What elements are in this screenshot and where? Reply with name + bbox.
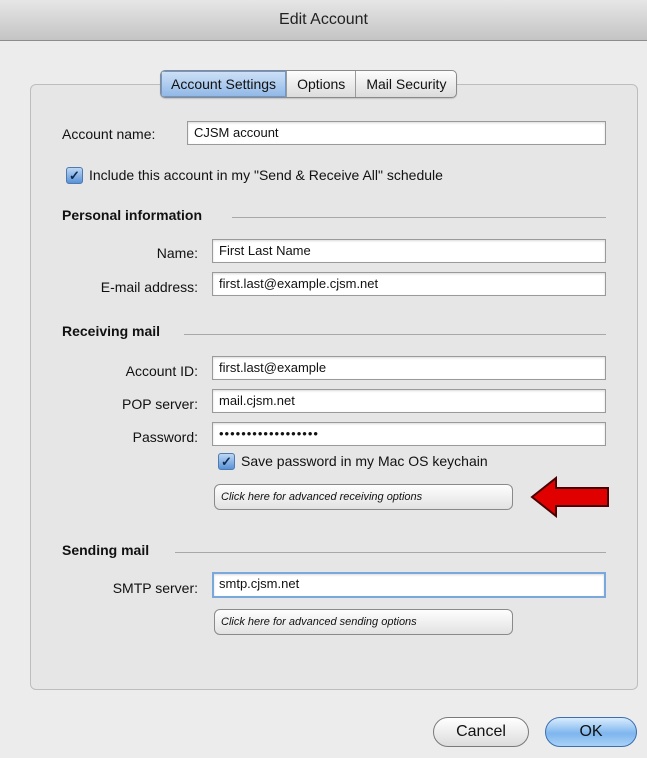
tab-bar: Account Settings Options Mail Security — [160, 70, 458, 98]
include-schedule-label: Include this account in my "Send & Recei… — [89, 167, 443, 183]
account-id-label: Account ID: — [125, 363, 198, 379]
window-titlebar: Edit Account — [0, 0, 647, 41]
save-password-checkbox[interactable]: ✓ — [218, 453, 235, 470]
checkmark-icon: ✓ — [221, 454, 232, 469]
red-arrow-icon — [530, 476, 609, 518]
sending-mail-divider — [175, 552, 606, 553]
account-id-field[interactable]: first.last@example — [212, 356, 606, 380]
name-field[interactable]: First Last Name — [212, 239, 606, 263]
ok-button[interactable]: OK — [545, 717, 637, 747]
cancel-button[interactable]: Cancel — [433, 717, 529, 747]
smtp-server-label: SMTP server: — [112, 580, 198, 596]
personal-info-divider — [232, 217, 606, 218]
smtp-server-field[interactable]: smtp.cjsm.net — [212, 572, 606, 598]
sending-mail-heading: Sending mail — [62, 542, 150, 558]
email-field[interactable]: first.last@example.cjsm.net — [212, 272, 606, 296]
tab-options[interactable]: Options — [287, 71, 357, 97]
pop-server-field[interactable]: mail.cjsm.net — [212, 389, 606, 413]
personal-info-heading: Personal information — [62, 207, 203, 223]
account-name-field[interactable]: CJSM account — [187, 121, 606, 145]
receiving-mail-divider — [184, 334, 606, 335]
checkmark-icon: ✓ — [69, 168, 80, 183]
advanced-sending-button[interactable]: Click here for advanced sending options — [214, 609, 513, 635]
advanced-receiving-button[interactable]: Click here for advanced receiving option… — [214, 484, 513, 510]
name-label: Name: — [156, 245, 198, 261]
password-label: Password: — [132, 429, 198, 445]
save-password-label: Save password in my Mac OS keychain — [241, 453, 488, 469]
pop-server-label: POP server: — [122, 396, 198, 412]
tab-account-settings[interactable]: Account Settings — [161, 71, 288, 97]
password-field[interactable]: •••••••••••••••••• — [212, 422, 606, 446]
include-schedule-checkbox[interactable]: ✓ — [66, 167, 83, 184]
receiving-mail-heading: Receiving mail — [62, 323, 161, 339]
email-label: E-mail address: — [100, 279, 198, 295]
window-title: Edit Account — [279, 11, 368, 28]
account-name-label: Account name: — [62, 126, 156, 142]
tab-mail-security[interactable]: Mail Security — [356, 71, 456, 97]
